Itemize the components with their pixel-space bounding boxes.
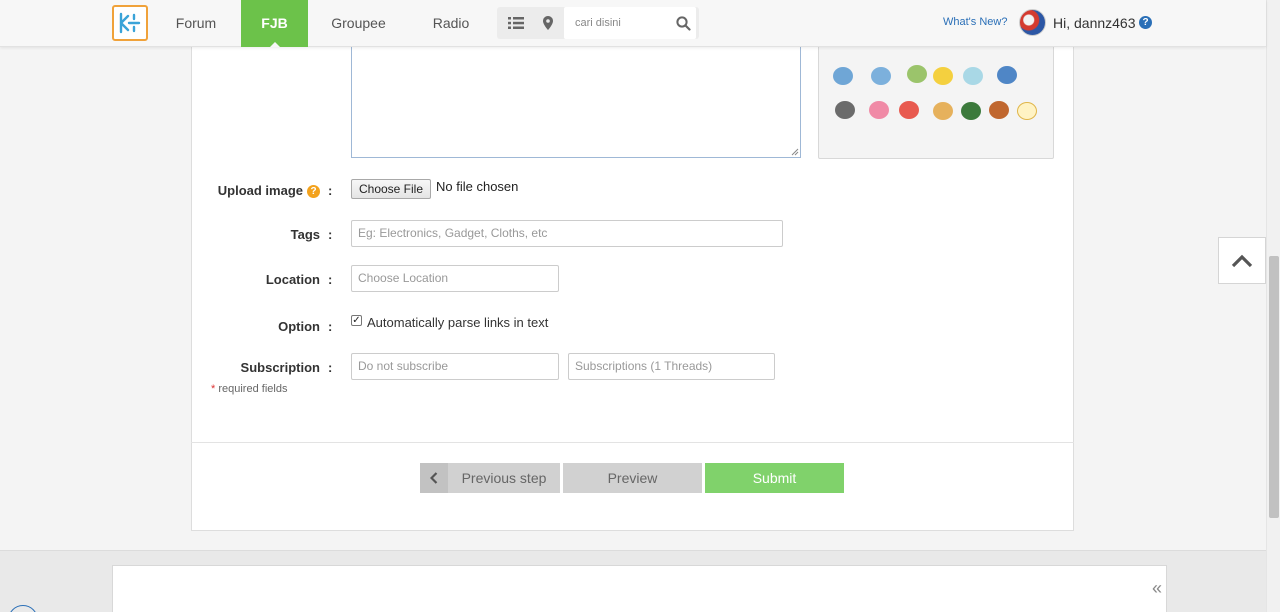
smiley-icon[interactable]	[899, 101, 919, 119]
nav-forum[interactable]: Forum	[161, 0, 231, 47]
upload-image-text: Upload image	[217, 183, 303, 198]
top-navbar: Forum FJB Groupee Radio cari disini What…	[0, 0, 1266, 47]
required-note: * required fields	[211, 383, 287, 395]
subscription-select[interactable]: Do not subscribe	[351, 353, 559, 380]
smiley-icon[interactable]	[997, 66, 1017, 84]
file-status: No file chosen	[436, 179, 519, 194]
previous-step-button[interactable]: Previous step	[420, 463, 560, 493]
location-input[interactable]: Choose Location	[351, 265, 559, 292]
upload-image-label: Upload image?	[205, 183, 320, 198]
search-icon[interactable]	[671, 7, 695, 39]
tags-input[interactable]: Eg: Electronics, Gadget, Cloths, etc	[351, 220, 783, 247]
chevron-up-icon	[1231, 254, 1253, 267]
colon: :	[328, 319, 333, 334]
smiley-icon[interactable]	[989, 101, 1009, 119]
scrollbar-thumb[interactable]	[1269, 256, 1279, 518]
colon: :	[328, 183, 333, 198]
parse-links-checkbox[interactable]: ✓	[351, 315, 362, 326]
smiley-icon[interactable]	[871, 67, 891, 85]
preview-button[interactable]: Preview	[563, 463, 702, 493]
message-textarea[interactable]	[351, 40, 801, 158]
whats-new-link[interactable]: What's New?	[943, 16, 1007, 28]
submit-button[interactable]: Submit	[705, 463, 844, 493]
option-label: Option	[278, 319, 320, 334]
required-star: *	[211, 383, 216, 395]
scrollbar[interactable]	[1266, 0, 1280, 612]
smiley-icon[interactable]	[907, 65, 927, 83]
required-text: required fields	[218, 383, 288, 395]
smiley-icon[interactable]	[835, 101, 855, 119]
colon: :	[328, 360, 333, 375]
colon: :	[328, 272, 333, 287]
smiley-icon[interactable]	[963, 67, 983, 85]
smiley-icon[interactable]	[933, 102, 953, 120]
tags-label: Tags	[290, 227, 320, 242]
nav-radio[interactable]: Radio	[424, 0, 478, 47]
location-label: Location	[265, 272, 320, 287]
collapse-button[interactable]: «	[1152, 578, 1162, 599]
user-greeting[interactable]: Hi, dannz463	[1053, 15, 1136, 31]
previous-step-label: Previous step	[461, 470, 547, 486]
nav-fjb[interactable]: FJB	[241, 0, 308, 47]
smiley-icon[interactable]	[961, 102, 981, 120]
list-icon[interactable]	[499, 7, 533, 39]
subscriptions-select[interactable]: Subscriptions (1 Threads)	[568, 353, 775, 380]
location-pin-icon[interactable]	[533, 7, 563, 39]
resize-grip-icon[interactable]	[791, 148, 799, 156]
parse-links-label[interactable]: Automatically parse links in text	[367, 315, 548, 330]
help-icon[interactable]: ?	[1139, 16, 1152, 29]
smiley-icon[interactable]	[1017, 102, 1037, 120]
colon: :	[328, 227, 333, 242]
smiley-icon[interactable]	[833, 67, 853, 85]
subscription-label: Subscription	[240, 360, 320, 375]
avatar[interactable]	[1019, 9, 1046, 36]
search-bar: cari disini	[497, 7, 699, 39]
help-icon[interactable]: ?	[307, 185, 320, 198]
nav-groupee[interactable]: Groupee	[322, 0, 395, 47]
divider	[191, 442, 1074, 443]
chevron-left-icon	[420, 463, 448, 493]
back-to-top-button[interactable]	[1218, 237, 1266, 284]
smiley-icon[interactable]	[933, 67, 953, 85]
footer-box	[112, 565, 1167, 612]
choose-file-button[interactable]: Choose File	[351, 179, 431, 199]
logo-icon[interactable]	[112, 5, 148, 41]
smilies-panel	[818, 40, 1054, 159]
smiley-icon[interactable]	[869, 101, 889, 119]
